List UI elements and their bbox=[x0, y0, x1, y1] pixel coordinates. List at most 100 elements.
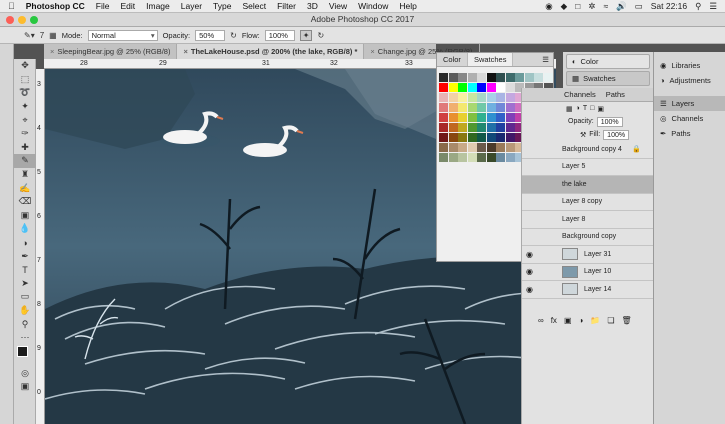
flow-field[interactable]: 100% bbox=[264, 29, 295, 41]
color-swatch[interactable] bbox=[458, 143, 467, 152]
search-icon[interactable]: ⚲ bbox=[695, 1, 701, 12]
color-swatch[interactable] bbox=[496, 103, 505, 112]
menu-list-icon[interactable]: ☰ bbox=[709, 1, 717, 12]
menu-edit[interactable]: Edit bbox=[120, 1, 135, 11]
tab-color[interactable]: Color bbox=[437, 53, 467, 66]
color-swatch[interactable] bbox=[448, 93, 458, 102]
close-icon[interactable]: × bbox=[183, 47, 187, 56]
color-swatch[interactable] bbox=[448, 73, 458, 82]
clone-stamp-tool-icon[interactable]: ♜ bbox=[14, 168, 36, 182]
menu-window[interactable]: Window bbox=[358, 1, 388, 11]
color-swatch[interactable] bbox=[505, 73, 515, 82]
layer-row[interactable]: Background copy 4 🔒 bbox=[522, 141, 653, 159]
color-swatch[interactable] bbox=[448, 153, 458, 162]
menu-select[interactable]: Select bbox=[242, 1, 266, 11]
battery-icon[interactable]: ▭ bbox=[635, 1, 643, 12]
color-swatch[interactable] bbox=[458, 93, 467, 102]
display-icon[interactable]: □ bbox=[575, 1, 580, 11]
color-swatch[interactable] bbox=[486, 153, 496, 162]
tab-paths[interactable]: Paths bbox=[601, 88, 630, 101]
shape-tool-icon[interactable]: ▭ bbox=[14, 290, 36, 304]
color-swatch[interactable] bbox=[439, 133, 448, 142]
lock-icon[interactable]: ⚒ bbox=[580, 131, 586, 139]
brush-tool-icon[interactable]: ✎ bbox=[14, 154, 36, 168]
menu-filter[interactable]: Filter bbox=[277, 1, 296, 11]
color-swatch[interactable] bbox=[486, 83, 496, 92]
marquee-tool-icon[interactable]: ⬚ bbox=[14, 73, 36, 87]
color-swatch[interactable] bbox=[477, 153, 486, 162]
color-swatch[interactable] bbox=[458, 133, 467, 142]
color-swatch[interactable] bbox=[496, 143, 505, 152]
volume-icon[interactable]: 🔊 bbox=[616, 1, 627, 12]
layer-row[interactable]: Layer 8 bbox=[522, 211, 653, 229]
color-swatch[interactable] bbox=[505, 143, 515, 152]
color-swatch[interactable] bbox=[486, 133, 496, 142]
color-swatch[interactable] bbox=[496, 73, 505, 82]
layer-fill-field[interactable]: 100% bbox=[603, 129, 630, 140]
filter-smart-icon[interactable]: ▣ bbox=[597, 105, 604, 113]
mode-select[interactable]: Normal ▾ bbox=[87, 29, 158, 41]
panel-menu-icon[interactable]: ☰ bbox=[538, 53, 553, 66]
link-layers-icon[interactable]: ∞ bbox=[538, 316, 544, 325]
color-swatch[interactable] bbox=[505, 113, 515, 122]
status-icon[interactable]: ◉ bbox=[545, 1, 552, 12]
pen-tool-icon[interactable]: ✒ bbox=[14, 249, 36, 263]
color-swatch[interactable] bbox=[486, 123, 496, 132]
layers-button[interactable]: ☰ Layers bbox=[654, 96, 725, 111]
color-swatch[interactable] bbox=[439, 153, 448, 162]
color-swatch[interactable] bbox=[505, 103, 515, 112]
screen-mode-icon[interactable]: ▣ bbox=[14, 380, 36, 394]
layer-row[interactable]: Layer 5 bbox=[522, 159, 653, 176]
blur-tool-icon[interactable]: 💧 bbox=[14, 222, 36, 236]
healing-brush-tool-icon[interactable]: ✚ bbox=[14, 141, 36, 155]
color-swatch[interactable] bbox=[439, 143, 448, 152]
crop-tool-icon[interactable]: ⌖ bbox=[14, 113, 36, 127]
color-swatch[interactable] bbox=[439, 73, 448, 82]
color-swatch[interactable] bbox=[458, 113, 467, 122]
color-swatch[interactable] bbox=[505, 123, 515, 132]
pressure-opacity-icon[interactable]: ↻ bbox=[230, 31, 237, 40]
color-swatches[interactable] bbox=[14, 344, 36, 366]
color-swatch[interactable] bbox=[486, 73, 496, 82]
move-tool-icon[interactable]: ✥ bbox=[14, 59, 36, 73]
filter-type-icon[interactable]: T bbox=[583, 105, 587, 112]
menu-view[interactable]: View bbox=[329, 1, 347, 11]
color-swatch[interactable] bbox=[477, 83, 486, 92]
color-swatch[interactable] bbox=[477, 103, 486, 112]
color-swatch[interactable] bbox=[467, 93, 477, 102]
color-swatch[interactable] bbox=[496, 93, 505, 102]
quick-mask-icon[interactable]: ◎ bbox=[14, 366, 36, 380]
color-swatch[interactable] bbox=[458, 153, 467, 162]
eyedropper-tool-icon[interactable]: ✑ bbox=[14, 127, 36, 141]
gradient-tool-icon[interactable]: ▣ bbox=[14, 209, 36, 223]
minimize-window-button[interactable] bbox=[18, 16, 26, 24]
foreground-color-swatch[interactable] bbox=[17, 346, 28, 358]
visibility-eye-icon[interactable]: ◉ bbox=[526, 267, 533, 276]
color-swatch[interactable] bbox=[448, 113, 458, 122]
menu-image[interactable]: Image bbox=[146, 1, 170, 11]
color-swatch[interactable] bbox=[486, 143, 496, 152]
wifi-icon[interactable]: ≈ bbox=[603, 1, 608, 11]
new-layer-icon[interactable]: ❏ bbox=[607, 316, 614, 325]
zoom-tool-icon[interactable]: ⚲ bbox=[14, 317, 36, 331]
zoom-window-button[interactable] bbox=[30, 16, 38, 24]
swatches-panel-button[interactable]: ▦ Swatches bbox=[566, 71, 650, 86]
color-swatch[interactable] bbox=[505, 133, 515, 142]
menu-help[interactable]: Help bbox=[399, 1, 416, 11]
color-swatch[interactable] bbox=[477, 143, 486, 152]
color-swatch[interactable] bbox=[448, 133, 458, 142]
layer-row[interactable]: ◉ Layer 14 bbox=[522, 281, 653, 299]
eraser-tool-icon[interactable]: ⌫ bbox=[14, 195, 36, 209]
visibility-eye-icon[interactable]: ◉ bbox=[526, 285, 533, 294]
type-tool-icon[interactable]: T bbox=[14, 263, 36, 277]
tab-channels[interactable]: Channels bbox=[522, 88, 601, 101]
visibility-eye-icon[interactable]: ◉ bbox=[526, 250, 533, 259]
color-swatch[interactable] bbox=[439, 103, 448, 112]
history-brush-tool-icon[interactable]: ✍ bbox=[14, 181, 36, 195]
pressure-size-icon[interactable]: ↻ bbox=[317, 31, 324, 40]
brush-panel-icon[interactable]: ▦ bbox=[49, 31, 57, 40]
color-swatch[interactable] bbox=[448, 83, 458, 92]
color-swatch[interactable] bbox=[505, 93, 515, 102]
hand-tool-icon[interactable]: ✋ bbox=[14, 304, 36, 318]
color-swatch[interactable] bbox=[467, 133, 477, 142]
